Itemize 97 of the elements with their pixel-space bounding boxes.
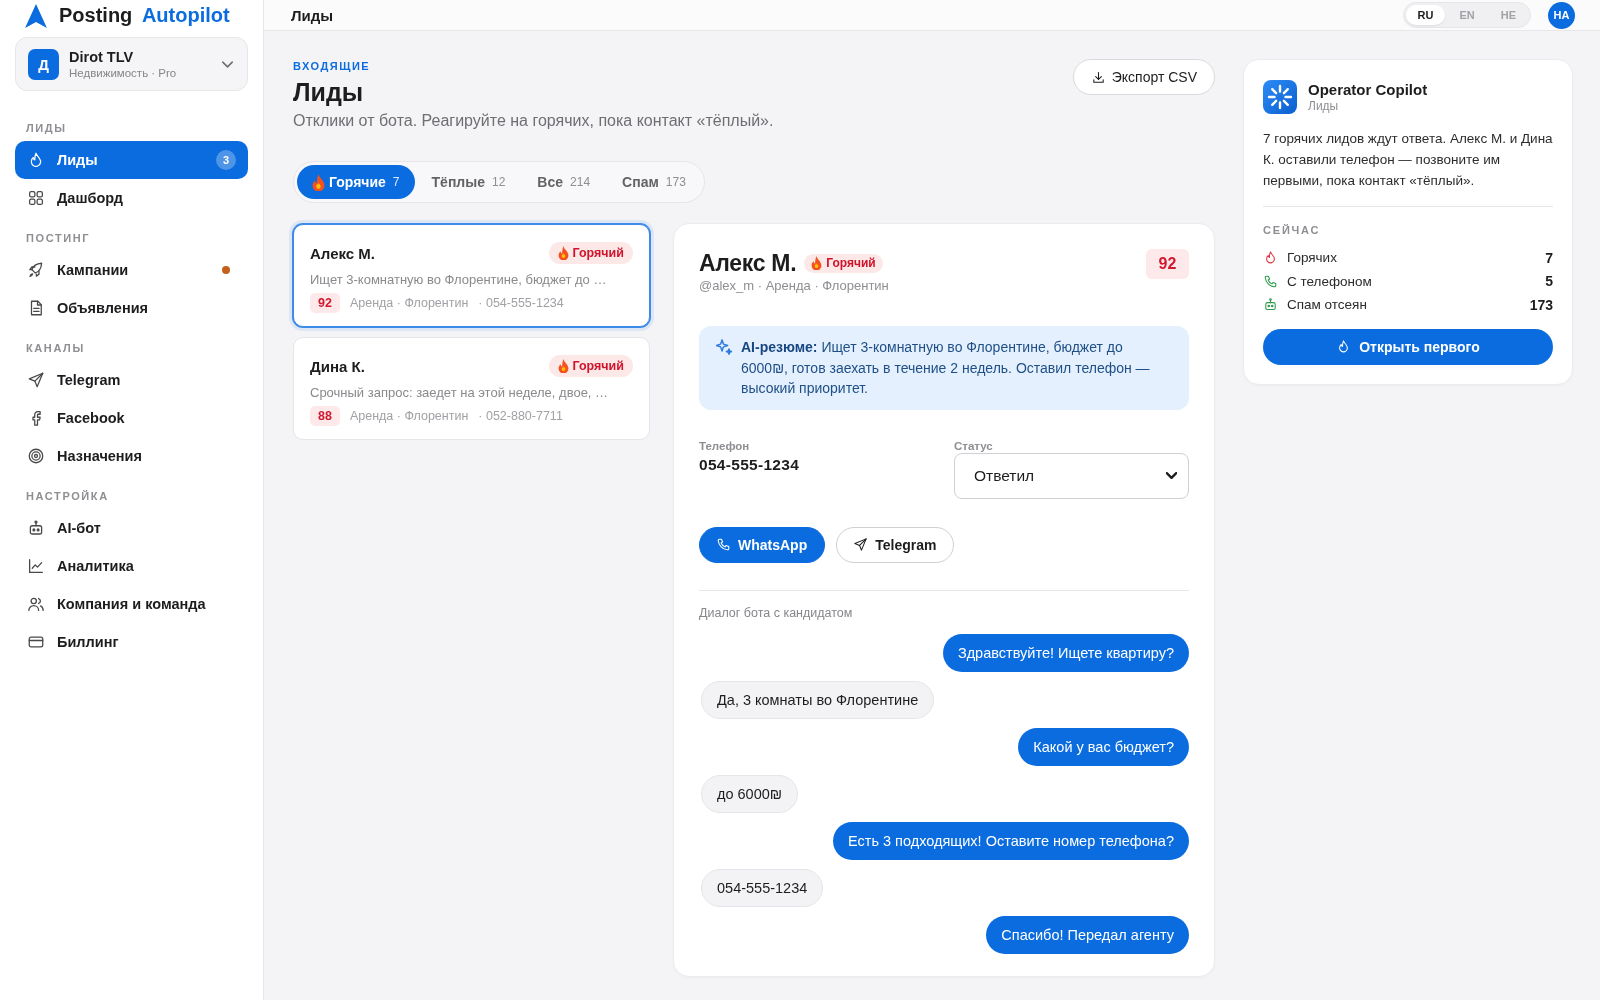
page-heading: Лиды (293, 77, 365, 107)
paper-plane-icon (853, 537, 869, 552)
sidebar-item[interactable]: Telegram (15, 361, 248, 399)
lead-card[interactable]: Дина К. Горячий Срочный запрос: заедет на этой неделе, двое, … 88 Аренда · Флорентин · 052-880-7711 (293, 337, 650, 440)
sidebar-item[interactable]: Биллинг (15, 623, 248, 661)
whatsapp-button[interactable]: WhatsApp (699, 526, 826, 563)
score-badge: 88 (310, 406, 340, 426)
tag-label: Горячий (572, 246, 624, 260)
copilot-title: Operator Copilot (1308, 81, 1428, 99)
workspace-switcher[interactable]: Д Dirot TLV Недвижимость · Pro (15, 37, 248, 91)
credit-card-icon (27, 633, 45, 651)
flame-icon (557, 359, 569, 373)
filter-tab[interactable]: Все 214 (522, 165, 606, 199)
export-button[interactable]: Экспорт CSV (1072, 59, 1215, 95)
ai-summary-text: AI-резюме: Ищет 3-комнатную во Флорентине, бюджет до 6000₪, готов заехать в течение 2 недель. Оставил телефон — высокий приоритет. (741, 338, 1151, 398)
stat-label: Горячих (1287, 250, 1338, 266)
robot-icon (27, 519, 45, 537)
stat-value: 7 (1545, 249, 1553, 266)
stat-value: 5 (1545, 273, 1553, 290)
lead-phone: · 052-880-7711 (478, 409, 563, 423)
chat-title: Диалог бота с кандидатом (699, 604, 854, 621)
field-label: Статус (954, 438, 994, 453)
sidebar-item[interactable]: Компания и команда (15, 585, 248, 623)
lead-name: Алекс М. (310, 244, 375, 262)
language-tab[interactable]: RU (1405, 5, 1446, 25)
phone-value: 054-555-1234 (699, 454, 801, 475)
tag-label: Горячий (826, 256, 876, 270)
lead-name: Алекс М. (699, 249, 797, 277)
section-label: КАНАЛЫ (25, 341, 86, 355)
count-badge: 3 (216, 150, 236, 170)
bot-message: Есть 3 подходящих! Оставите номер телефона? (833, 821, 1189, 860)
flame-icon (1263, 250, 1278, 266)
grid-icon (27, 189, 45, 207)
user-avatar[interactable]: HA (1548, 1, 1575, 29)
page-title: Лиды (291, 6, 334, 24)
flame-icon (557, 246, 569, 260)
sidebar-item[interactable]: Дашборд (15, 179, 248, 217)
rocket-icon (27, 261, 45, 279)
section-label: ПОСТИНГ (25, 231, 92, 245)
bot-message: Какой у вас бюджет? (1018, 727, 1189, 766)
chevron-down-icon (1166, 472, 1177, 479)
sidebar-item[interactable]: Объявления (15, 289, 248, 327)
lead-phone: · 054-555-1234 (478, 296, 564, 310)
section-label: СЕЙЧАС (1263, 223, 1322, 237)
filter-tab[interactable]: Горячие 7 (297, 165, 415, 199)
candidate-message: до 6000₪ (701, 774, 799, 813)
bot-message: Спасибо! Передал агенту (986, 915, 1189, 954)
tag-label: Горячий (572, 359, 624, 373)
target-icon (27, 447, 45, 465)
users-icon (27, 595, 45, 613)
app-logo-text: Posting Autopilot (59, 4, 230, 27)
score-badge: 92 (1146, 249, 1189, 279)
sidebar-item[interactable]: Лиды 3 (15, 141, 248, 179)
lead-preview: Ищет 3-комнатную во Флорентине, бюджет до … (310, 271, 608, 289)
chevron-down-icon (222, 60, 233, 68)
copilot-logo-icon (1263, 80, 1297, 114)
bot-message: Здравствуйте! Ищете квартиру? (942, 633, 1189, 672)
robot-icon (1263, 297, 1278, 313)
copilot-subtitle: Лиды (1308, 99, 1340, 113)
flame-icon (312, 173, 325, 191)
lead-meta: Аренда · Флорентин (349, 296, 469, 310)
sidebar-item[interactable]: Кампании (15, 251, 248, 289)
stat-label: С телефоном (1287, 273, 1373, 289)
field-label: Телефон (699, 438, 751, 453)
phone-icon (1263, 273, 1278, 289)
sidebar-item[interactable]: Назначения (15, 437, 248, 475)
lead-meta: Аренда · Флорентин (349, 409, 469, 423)
lead-handle: @alex_m · Аренда · Флорентин (699, 278, 889, 294)
copilot-message: 7 горячих лидов ждут ответа. Алекс М. и Дина К. оставили телефон — позвоните им первыми, пока контакт «тёплый». (1263, 130, 1553, 190)
open-first-button[interactable]: Открыть первого (1263, 328, 1553, 365)
logo-icon (25, 3, 47, 28)
line-chart-icon (27, 557, 45, 575)
sidebar-item[interactable]: Facebook (15, 399, 248, 437)
section-eyebrow: ВХОДЯЩИЕ (293, 59, 372, 73)
workspace-avatar: Д (28, 48, 59, 80)
flame-icon (811, 256, 823, 270)
sidebar-item[interactable]: Аналитика (15, 547, 248, 585)
lead-card[interactable]: Алекс М. Горячий Ищет 3-комнатную во Флорентине, бюджет до … 92 Аренда · Флорентин · 054-555-1234 (293, 224, 650, 327)
phone-icon (716, 537, 731, 552)
sparkle-icon (716, 339, 732, 355)
lead-name: Дина К. (310, 357, 365, 375)
status-select[interactable]: Ответил (954, 452, 1189, 499)
lead-preview: Срочный запрос: заедет на этой неделе, двое, … (310, 384, 610, 402)
filter-tab[interactable]: Тёплые 12 (416, 165, 521, 199)
paper-plane-icon (27, 371, 45, 389)
download-icon (1090, 69, 1106, 85)
stat-label: Спам отсеян (1287, 297, 1368, 313)
filter-tab[interactable]: Спам 173 (607, 165, 701, 199)
score-badge: 92 (310, 293, 340, 313)
page-subtitle: Отклики от бота. Реагируйте на горячих, пока контакт «тёплый». (293, 111, 774, 131)
telegram-button[interactable]: Telegram (836, 526, 955, 563)
candidate-message: Да, 3 комнаты во Флорентине (701, 680, 935, 719)
stat-value: 173 (1529, 296, 1553, 313)
sidebar-item[interactable]: AI-бот (15, 509, 248, 547)
candidate-message: 054-555-1234 (701, 868, 824, 907)
section-label: НАСТРОЙКА (25, 489, 110, 503)
section-label: ЛИДЫ (25, 121, 68, 135)
